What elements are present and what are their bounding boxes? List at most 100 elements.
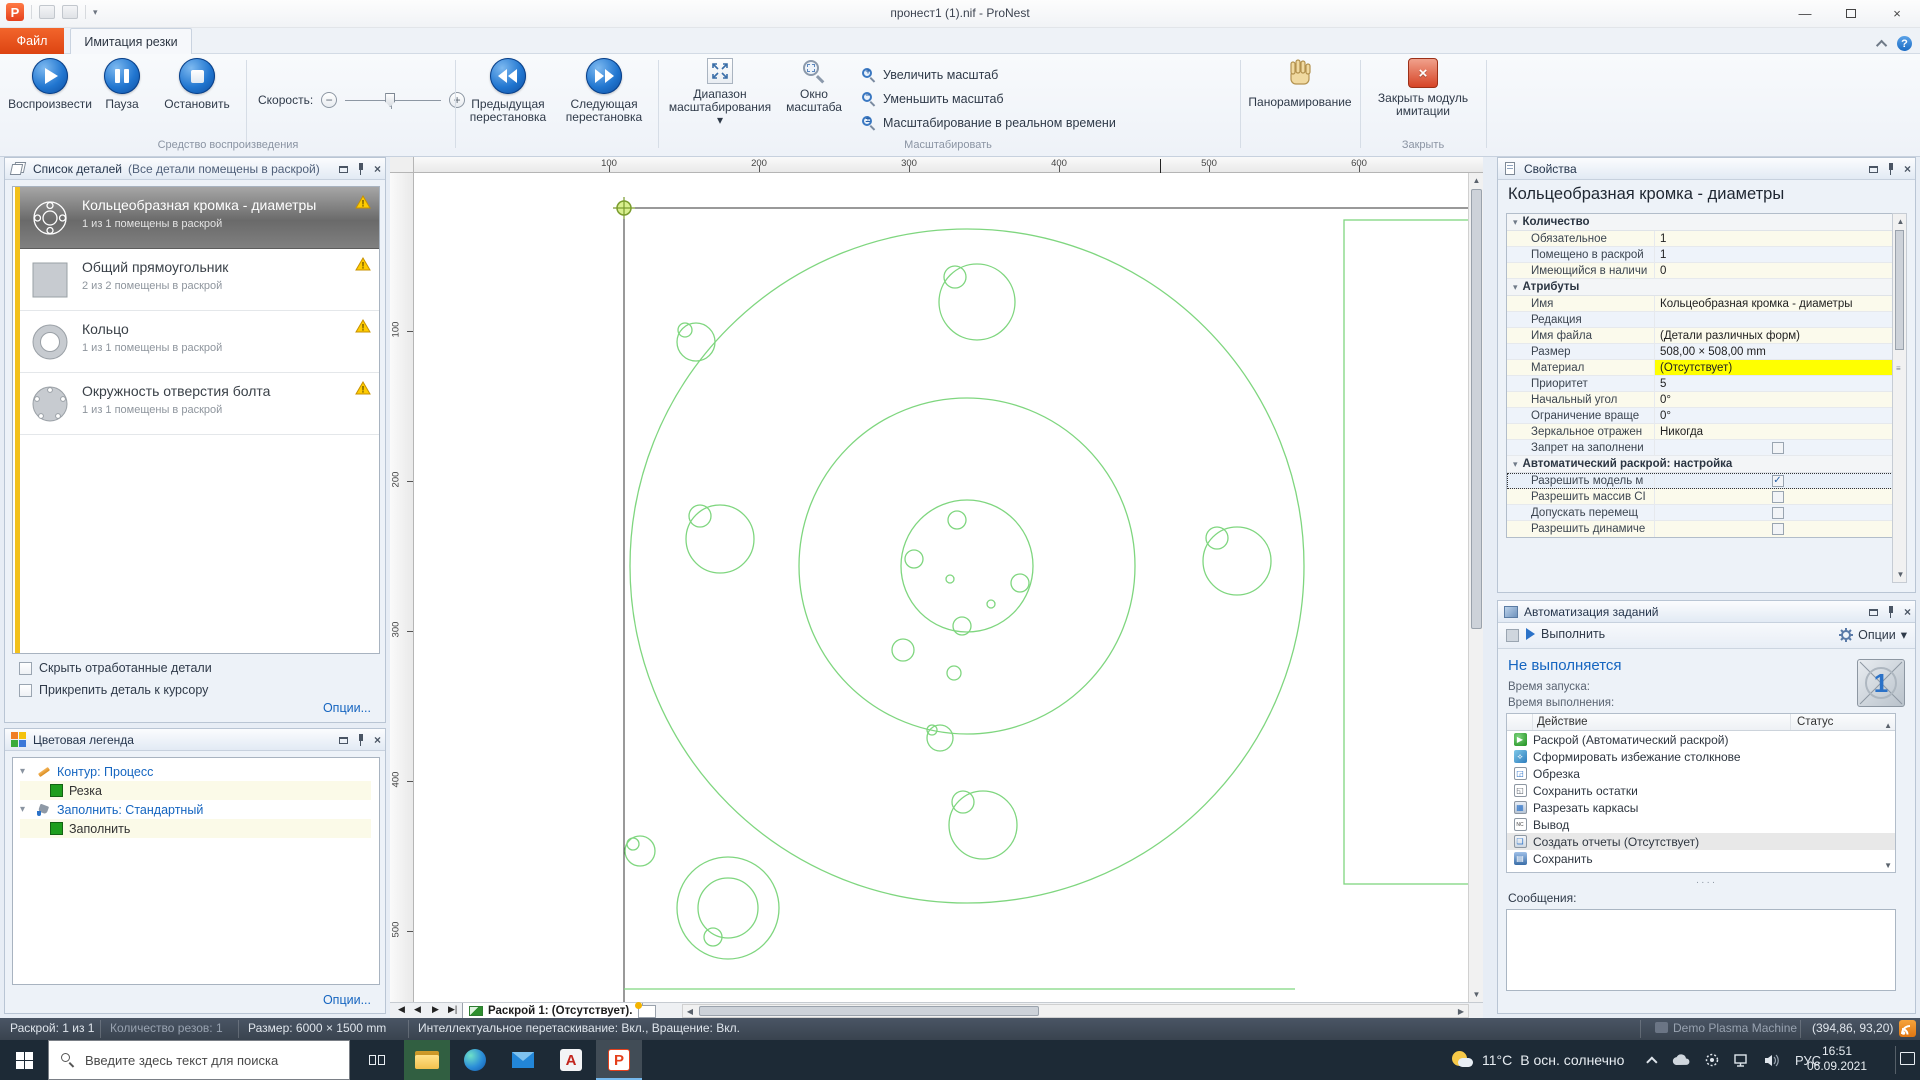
task-view-button[interactable] bbox=[354, 1040, 400, 1080]
column-action[interactable]: Действие bbox=[1533, 714, 1791, 730]
checkbox-icon[interactable] bbox=[1772, 507, 1784, 519]
part-list-item[interactable]: Окружность отверстия болта 1 из 1 помеще… bbox=[20, 373, 379, 435]
checkbox-icon[interactable] bbox=[1772, 442, 1784, 454]
property-section-autonest[interactable]: ▾ Автоматический раскрой: настройка bbox=[1507, 456, 1895, 473]
zoom-range-button[interactable]: Диапазон масштабирования ▾ bbox=[668, 58, 772, 127]
speed-slider[interactable] bbox=[345, 92, 441, 108]
job-automation-header[interactable]: Автоматизация заданий × bbox=[1498, 601, 1915, 623]
volume-icon[interactable] bbox=[1764, 1054, 1781, 1067]
messages-box[interactable] bbox=[1506, 909, 1896, 991]
panel-close-icon[interactable]: × bbox=[374, 162, 381, 176]
prev-sheet-icon[interactable]: ◀ bbox=[414, 1004, 421, 1015]
scrollbar-thumb[interactable] bbox=[699, 1006, 1039, 1016]
checkbox-icon[interactable] bbox=[19, 662, 32, 675]
properties-header[interactable]: Свойства × bbox=[1498, 158, 1915, 180]
tab-file[interactable]: Файл bbox=[0, 28, 64, 54]
part-list-header[interactable]: Список деталей (Все детали помещены в ра… bbox=[5, 158, 385, 180]
taskbar-clock[interactable]: 16:51 06.09.2021 bbox=[1798, 1044, 1876, 1074]
panel-pin-icon[interactable] bbox=[1887, 163, 1895, 175]
automation-options-button[interactable]: Опции ▾ bbox=[1839, 627, 1907, 642]
run-button[interactable]: Выполнить bbox=[1526, 627, 1605, 641]
meet-now-icon[interactable] bbox=[1704, 1053, 1720, 1067]
task-row[interactable]: ◲ Обрезка bbox=[1507, 765, 1895, 782]
splitter-handle[interactable]: ···· bbox=[1498, 877, 1915, 888]
previous-rearrangement-button[interactable]: Предыдущая перестановка bbox=[462, 58, 554, 124]
property-row[interactable]: Запрет на заполнени bbox=[1507, 440, 1895, 456]
panel-restore-icon[interactable] bbox=[339, 737, 348, 744]
material-missing-value[interactable]: (Отсутствует) bbox=[1655, 360, 1895, 375]
tree-chevron-icon[interactable]: ▾ bbox=[20, 804, 30, 815]
property-row[interactable]: Разрешить массив CI bbox=[1507, 489, 1895, 505]
play-button[interactable]: Воспроизвести bbox=[8, 58, 92, 111]
scroll-down-icon[interactable]: ▼ bbox=[1893, 567, 1908, 582]
maximize-button[interactable] bbox=[1828, 0, 1874, 27]
task-row[interactable]: ◱ Сохранить остатки bbox=[1507, 782, 1895, 799]
scroll-up-icon[interactable]: ▲ bbox=[1469, 173, 1484, 188]
tree-chevron-icon[interactable]: ▾ bbox=[20, 766, 30, 777]
property-row[interactable]: Имя Кольцеобразная кромка - диаметры bbox=[1507, 296, 1895, 312]
section-chevron-icon[interactable]: ▾ bbox=[1513, 217, 1518, 228]
taskbar-file-explorer[interactable] bbox=[404, 1040, 450, 1080]
rss-feed-icon[interactable] bbox=[1899, 1020, 1916, 1037]
taskbar-edge[interactable] bbox=[452, 1040, 498, 1080]
task-row[interactable]: ▦ Разрезать каркасы bbox=[1507, 799, 1895, 816]
scroll-up-icon[interactable]: ▲ bbox=[1893, 214, 1908, 229]
legend-item-cut[interactable]: Резка bbox=[20, 781, 371, 800]
start-button[interactable] bbox=[0, 1040, 48, 1080]
property-row[interactable]: Ограничение враще 0° bbox=[1507, 408, 1895, 424]
canvas-horizontal-scrollbar[interactable]: ◀ ▶ bbox=[682, 1004, 1469, 1018]
property-row-selected[interactable]: Разрешить модель м ✓ bbox=[1507, 473, 1895, 489]
next-rearrangement-button[interactable]: Следующая перестановка bbox=[558, 58, 650, 124]
last-sheet-icon[interactable]: ▶| bbox=[448, 1004, 457, 1015]
property-row[interactable]: Разрешить динамиче bbox=[1507, 521, 1895, 537]
panel-pin-icon[interactable] bbox=[357, 734, 365, 746]
hide-processed-parts-checkbox[interactable]: Скрыть отработанные детали bbox=[19, 661, 212, 675]
part-list-item[interactable]: Кольцо 1 из 1 помещены в раскрой ! bbox=[20, 311, 379, 373]
property-row[interactable]: Зеркальное отражен Никогда bbox=[1507, 424, 1895, 440]
nest-canvas[interactable] bbox=[414, 173, 1483, 1002]
speed-slider-thumb[interactable] bbox=[385, 93, 395, 107]
new-sheet-tab-icon[interactable] bbox=[638, 1005, 656, 1018]
checkbox-icon[interactable] bbox=[1772, 491, 1784, 503]
speed-decrease-button[interactable]: − bbox=[321, 92, 337, 108]
legend-group-contour[interactable]: ▾ Контур: Процесс bbox=[20, 762, 371, 781]
scroll-left-icon[interactable]: ◀ bbox=[683, 1005, 697, 1017]
close-simulation-button[interactable]: × Закрыть модуль имитации bbox=[1368, 58, 1478, 118]
panel-pin-icon[interactable] bbox=[357, 163, 365, 175]
zoom-out-button[interactable]: − Уменьшить масштаб bbox=[862, 88, 1004, 110]
part-list-item[interactable]: Общий прямоугольник 2 из 2 помещены в ра… bbox=[20, 249, 379, 311]
stop-button[interactable]: Остановить bbox=[155, 58, 239, 111]
zoom-realtime-button[interactable]: ± Масштабирование в реальном времени bbox=[862, 112, 1116, 134]
property-row[interactable]: Помещено в раскрой 1 bbox=[1507, 247, 1895, 263]
next-sheet-icon[interactable]: ▶ bbox=[432, 1004, 439, 1015]
scrollbar-grip[interactable]: ≡ bbox=[1896, 364, 1904, 373]
help-icon[interactable]: ? bbox=[1897, 36, 1912, 51]
network-icon[interactable] bbox=[1734, 1054, 1750, 1067]
scroll-down-icon[interactable]: ▼ bbox=[1884, 861, 1892, 870]
scroll-up-icon[interactable]: ▲ bbox=[1884, 717, 1892, 734]
legend-group-fill[interactable]: ▾ Заполнить: Стандартный bbox=[20, 800, 371, 819]
property-row[interactable]: Обязательное 1 bbox=[1507, 231, 1895, 247]
property-row[interactable]: Допускать перемещ bbox=[1507, 505, 1895, 521]
property-row[interactable]: Размер 508,00 × 508,00 mm bbox=[1507, 344, 1895, 360]
property-row[interactable]: Имя файла (Детали различных форм) bbox=[1507, 328, 1895, 344]
close-button[interactable]: × bbox=[1874, 0, 1920, 27]
zoom-in-button[interactable]: + Увеличить масштаб bbox=[862, 64, 998, 86]
panel-restore-icon[interactable] bbox=[339, 166, 348, 173]
task-row[interactable]: ▤ Сохранить bbox=[1507, 850, 1895, 867]
part-list-options-link[interactable]: Опции... bbox=[323, 701, 371, 715]
taskbar-pronest-active[interactable]: P bbox=[596, 1040, 642, 1080]
column-status[interactable]: Статус ▲ bbox=[1791, 714, 1895, 730]
pause-button[interactable]: Пауза bbox=[92, 58, 152, 111]
property-row[interactable]: Приоритет 5 bbox=[1507, 376, 1895, 392]
scroll-down-icon[interactable]: ▼ bbox=[1469, 987, 1484, 1002]
task-row[interactable]: NC Вывод bbox=[1507, 816, 1895, 833]
canvas-vertical-scrollbar[interactable]: ▲ ▼ bbox=[1468, 173, 1483, 1002]
task-row-selected[interactable]: ❏ Создать отчеты (Отсутствует) bbox=[1507, 833, 1895, 850]
task-row[interactable]: ⟡ Сформировать избежание столкнове bbox=[1507, 748, 1895, 765]
sheet-tab[interactable]: Раскрой 1: (Отсутствует). bbox=[462, 1003, 643, 1019]
minimize-button[interactable]: — bbox=[1782, 0, 1828, 27]
scrollbar-thumb[interactable] bbox=[1895, 230, 1904, 350]
legend-item-fill[interactable]: Заполнить bbox=[20, 819, 371, 838]
scrollbar-thumb[interactable] bbox=[1471, 189, 1482, 629]
